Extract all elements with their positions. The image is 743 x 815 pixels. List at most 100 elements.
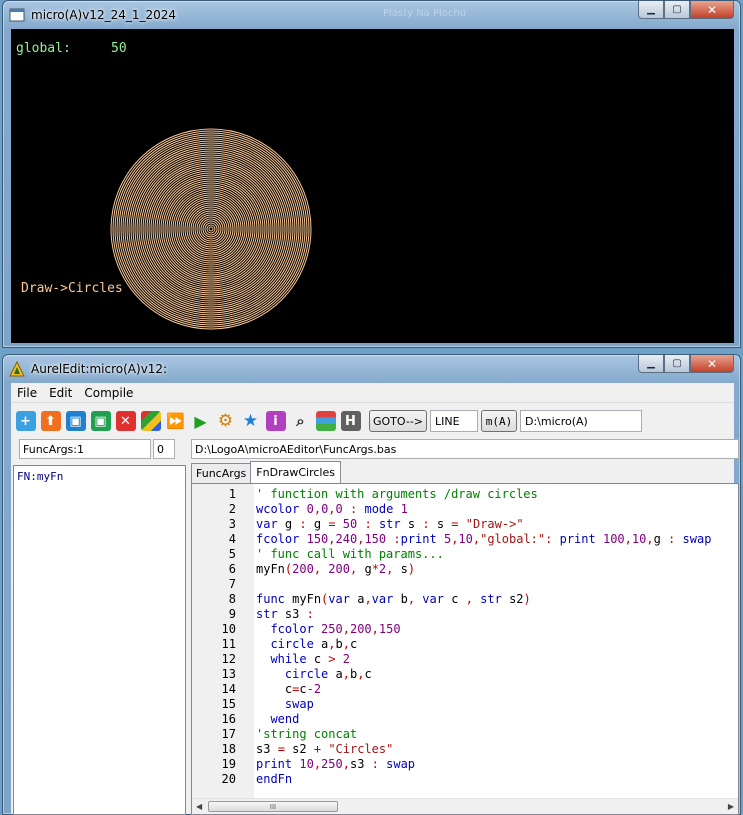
line-number: 6	[228, 562, 236, 576]
star-icon[interactable]: ★	[241, 411, 261, 431]
code-line[interactable]: 12 while c > 2	[192, 652, 738, 667]
scroll-left-icon[interactable]: ◀	[196, 802, 202, 811]
func-args-field[interactable]: FuncArgs:1	[19, 439, 151, 459]
minimize-icon: ▁	[647, 358, 655, 369]
line-number: 12	[221, 652, 236, 666]
tab-funcargs[interactable]: FuncArgs	[191, 463, 252, 483]
drawn-circle	[146, 164, 276, 294]
menu-compile[interactable]: Compile	[78, 386, 139, 400]
editor-titlebar[interactable]: AurelEdit:micro(A)v12: ▁ ▢ ✕	[3, 355, 740, 383]
code-line[interactable]: 3 var g : g = 50 : str s : s = "Draw->"	[192, 517, 738, 532]
close-button[interactable]: ✕	[690, 1, 734, 19]
maximize-icon: ▢	[672, 358, 682, 369]
code-text: fcolor 150,240,150 :print 5,10,"global:"…	[256, 532, 712, 546]
app-window-icon	[9, 7, 25, 23]
save-icon[interactable]: ▣	[65, 411, 86, 431]
scroll-thumb[interactable]: III	[208, 801, 338, 812]
ma-button[interactable]: m(A)	[481, 410, 517, 432]
line-input[interactable]: LINE	[430, 410, 478, 432]
runtime-titlebar[interactable]: micro(A)v12_24_1_2024 Plasty Na Plochu ▁…	[3, 1, 740, 29]
drawn-circle	[112, 130, 310, 328]
new-file-icon[interactable]: +	[15, 411, 36, 431]
plugins-icon[interactable]	[140, 411, 161, 431]
file-path-field[interactable]: D:\LogoA\microAEditor\FuncArgs.bas	[191, 439, 739, 459]
maximize-button[interactable]: ▢	[664, 355, 690, 373]
line-number: 13	[221, 667, 236, 681]
line-number: 4	[228, 532, 236, 546]
code-text: myFn(200, 200, g*2, s)	[256, 562, 416, 576]
code-text: s3 = s2 + "Circles"	[256, 742, 394, 756]
drawn-circle	[186, 204, 236, 254]
line-number: 18	[221, 742, 236, 756]
drawn-circle	[148, 166, 274, 292]
code-line[interactable]: 1 ' function with arguments /draw circles	[192, 487, 738, 502]
info-icon[interactable]: i	[265, 411, 286, 431]
editor-window-controls: ▁ ▢ ✕	[638, 355, 734, 373]
horizontal-scrollbar[interactable]: ◀ III ▶	[192, 798, 738, 814]
code-line[interactable]: 6 myFn(200, 200, g*2, s)	[192, 562, 738, 577]
save-as-icon[interactable]: ▣	[90, 411, 111, 431]
function-list[interactable]: FN:myFn	[13, 465, 186, 815]
minimize-button[interactable]: ▁	[638, 355, 664, 373]
code-lines: 1 ' function with arguments /draw circles…	[192, 487, 738, 787]
minimize-button[interactable]: ▁	[638, 1, 664, 19]
goto-button[interactable]: GOTO-->	[369, 410, 427, 432]
drawn-circle	[188, 206, 234, 252]
code-text: c=c-2	[284, 682, 322, 696]
code-text: wcolor 0,0,0 : mode 1	[256, 502, 408, 516]
code-line[interactable]: 19 print 10,250,s3 : swap	[192, 757, 738, 772]
menu-edit[interactable]: Edit	[43, 386, 78, 400]
code-line[interactable]: 18 s3 = s2 + "Circles"	[192, 742, 738, 757]
line-number: 3	[228, 517, 236, 531]
code-line[interactable]: 10 fcolor 250,200,150	[192, 622, 738, 637]
drawn-circle	[206, 224, 216, 234]
code-text: circle a,b,c	[270, 637, 358, 651]
code-text: str s3 :	[256, 607, 314, 621]
code-line[interactable]: 14 c=c-2	[192, 682, 738, 697]
code-line[interactable]: 9 str s3 :	[192, 607, 738, 622]
search-icon[interactable]: ⌕	[291, 411, 311, 431]
close-x-icon: ✕	[706, 2, 718, 17]
drawn-circle	[200, 218, 222, 240]
line-number: 16	[221, 712, 236, 726]
drawn-circle	[132, 150, 290, 308]
drawn-circle	[154, 172, 268, 286]
help-h-icon[interactable]: H	[340, 411, 361, 431]
open-folder-icon[interactable]: ⬆	[40, 411, 61, 431]
number-field[interactable]: 0	[153, 439, 175, 459]
run-icon[interactable]: ▶	[191, 411, 211, 431]
line-number: 8	[228, 592, 236, 606]
code-line[interactable]: 7	[192, 577, 738, 592]
close-x-icon: ✕	[706, 356, 718, 371]
tab-fndrawcircles[interactable]: FnDrawCircles	[250, 461, 341, 484]
function-list-item[interactable]: FN:myFn	[14, 466, 185, 483]
menu-file[interactable]: File	[11, 386, 43, 400]
maximize-button[interactable]: ▢	[664, 1, 690, 19]
code-text: func myFn(var a,var b, var c , str s2)	[256, 592, 531, 606]
code-line[interactable]: 16 wend	[192, 712, 738, 727]
drawn-circle	[134, 152, 288, 306]
code-line[interactable]: 11 circle a,b,c	[192, 637, 738, 652]
editor-window: AurelEdit:micro(A)v12: ▁ ▢ ✕ File Edit C…	[2, 354, 741, 815]
code-line[interactable]: 2 wcolor 0,0,0 : mode 1	[192, 502, 738, 517]
code-line[interactable]: 4 fcolor 150,240,150 :print 5,10,"global:…	[192, 532, 738, 547]
scroll-right-icon[interactable]: ▶	[728, 802, 734, 811]
code-editor[interactable]: 1 ' function with arguments /draw circles…	[191, 483, 739, 815]
drawn-circle	[160, 178, 262, 280]
list-options-icon[interactable]	[315, 411, 336, 431]
code-line[interactable]: 15 swap	[192, 697, 738, 712]
code-text: ' function with arguments /draw circles	[256, 487, 538, 501]
runtime-canvas[interactable]: global: 50 Draw->Circles	[11, 29, 734, 343]
code-line[interactable]: 13 circle a,b,c	[192, 667, 738, 682]
close-button[interactable]: ✕	[690, 355, 734, 373]
minimize-icon: ▁	[647, 4, 655, 15]
code-line[interactable]: 17 'string concat	[192, 727, 738, 742]
close-icon[interactable]: ✕	[115, 411, 136, 431]
code-line[interactable]: 5 ' func call with params...	[192, 547, 738, 562]
path-input[interactable]: D:\micro(A)	[520, 410, 642, 432]
settings-gear-icon[interactable]: ⚙	[216, 411, 236, 431]
fast-forward-icon[interactable]: ⏩	[166, 411, 186, 431]
code-line[interactable]: 8 func myFn(var a,var b, var c , str s2)	[192, 592, 738, 607]
line-number: 10	[221, 622, 236, 636]
code-line[interactable]: 20 endFn	[192, 772, 738, 787]
